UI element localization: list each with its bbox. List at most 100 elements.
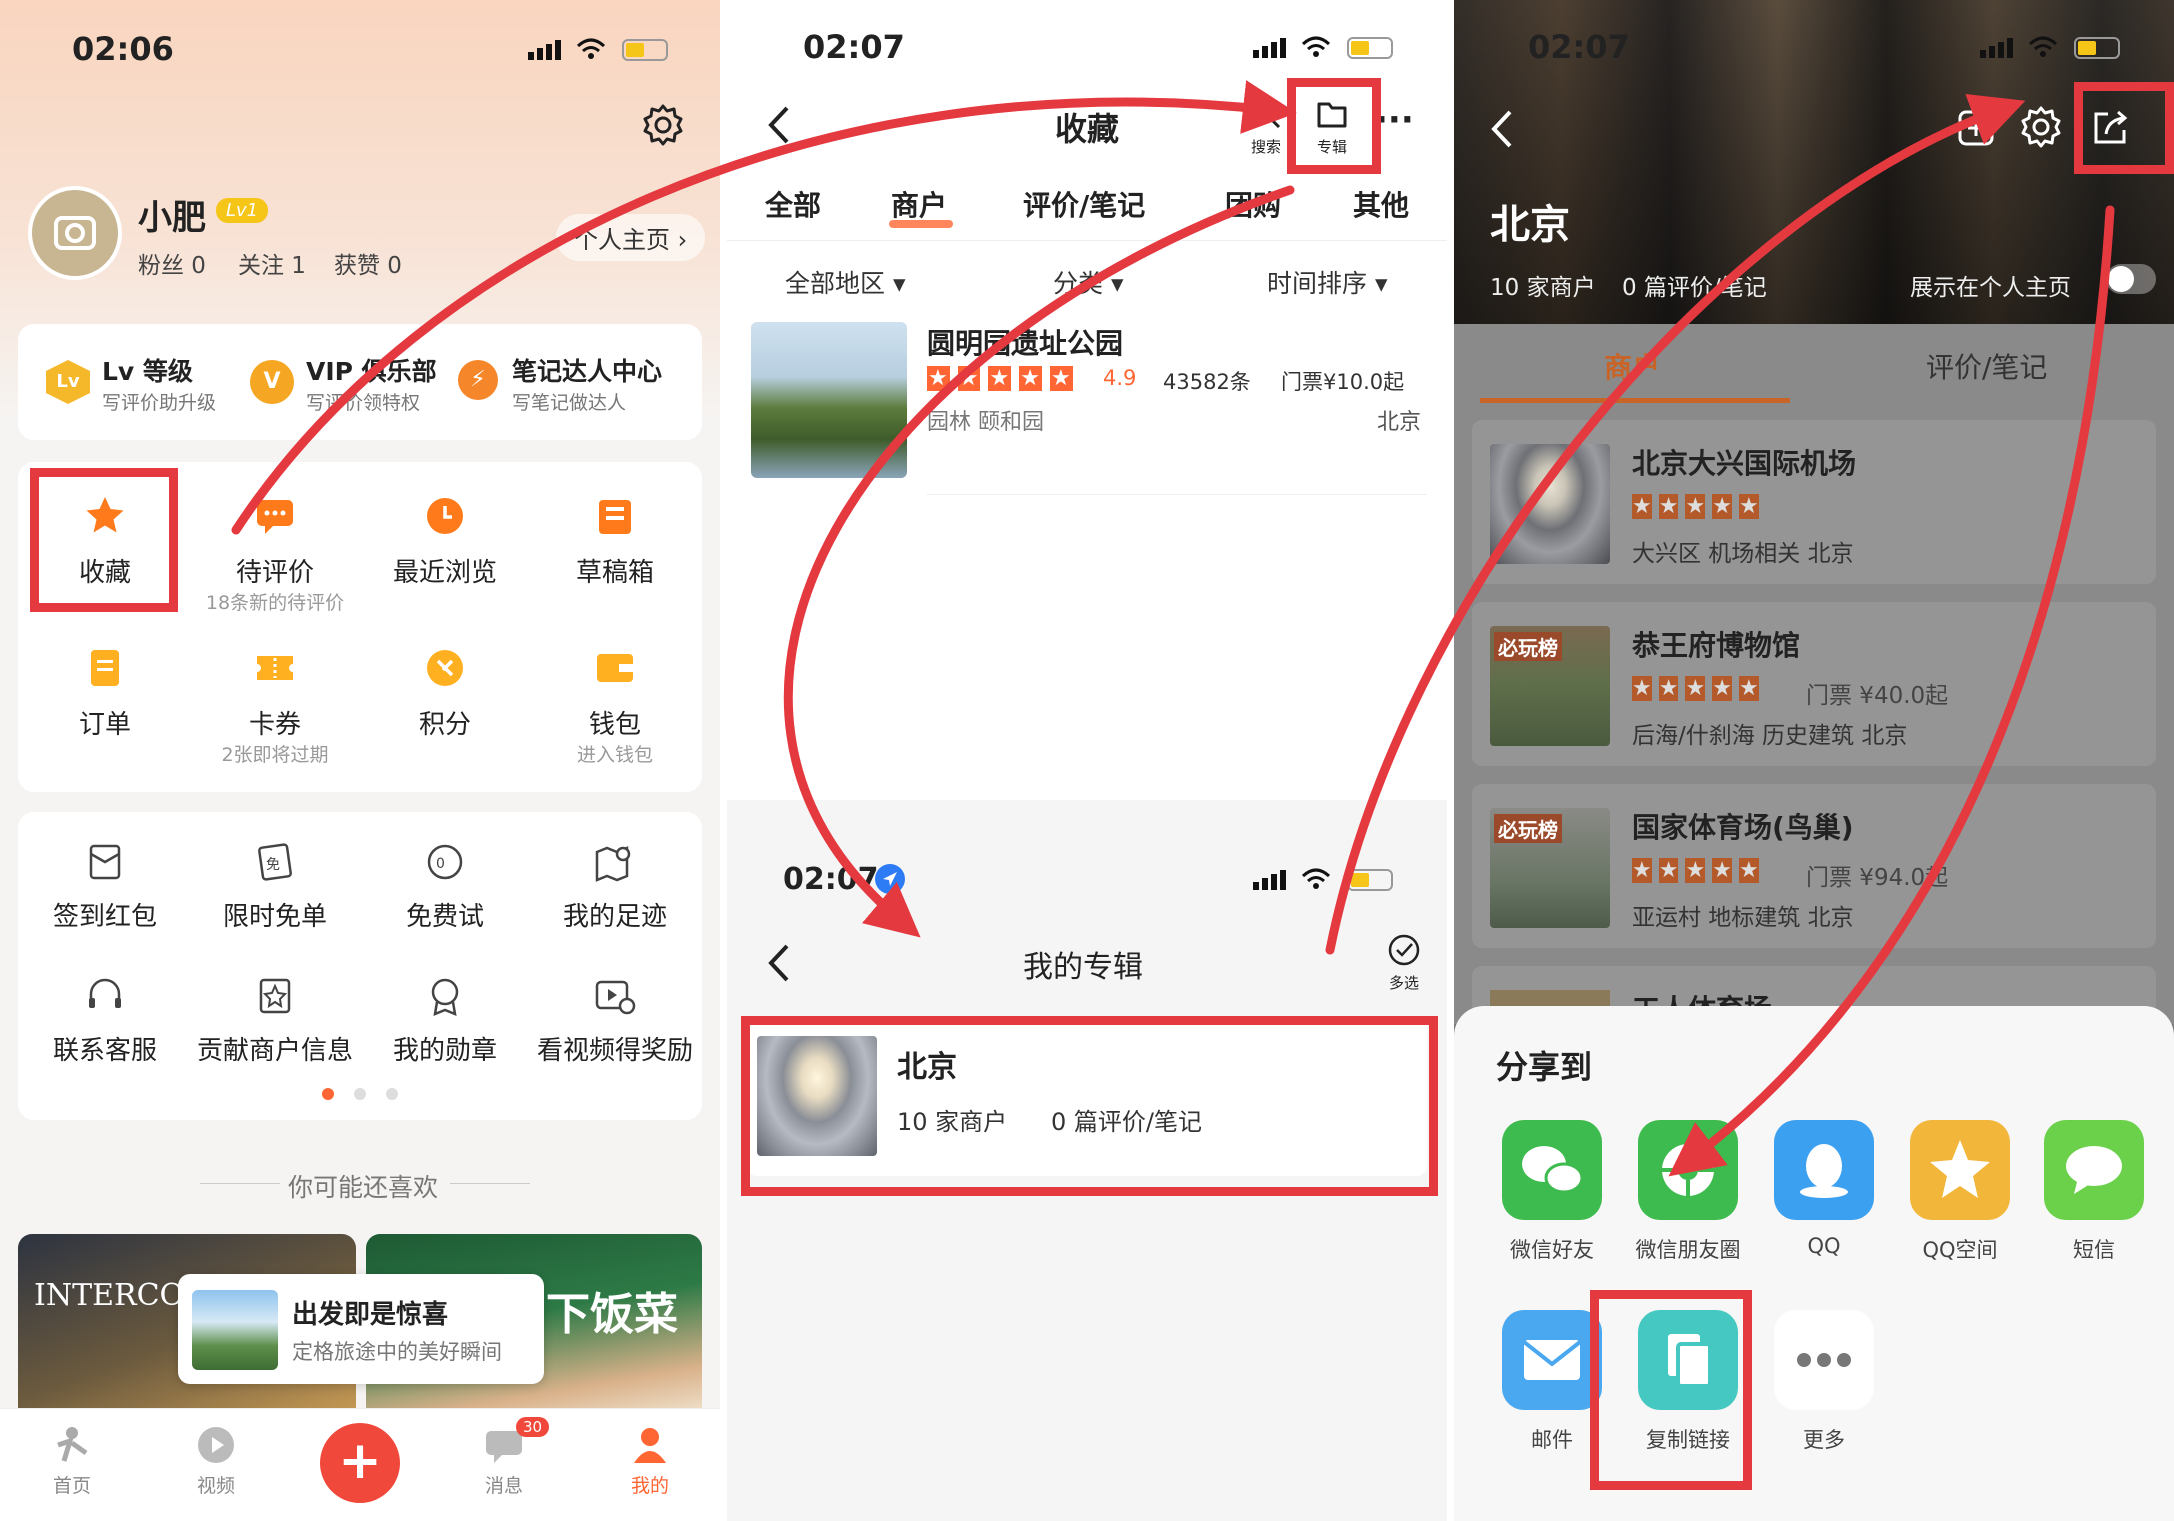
share-wechat-friend[interactable]: 微信好友 [1492, 1120, 1612, 1270]
grid-item-recent[interactable]: 最近浏览 [360, 492, 530, 612]
tab-label: 首页 [52, 1475, 91, 1497]
grid-item-pending-review[interactable]: 待评价 18条新的待评价 [190, 492, 360, 614]
perk-notes[interactable]: ⚡ 笔记达人中心 写笔记做达人 [458, 350, 688, 420]
service-free-order[interactable]: 免 限时免单 [190, 840, 360, 940]
grid-label: 待评价 [235, 558, 314, 588]
tab-all[interactable]: 全部 [765, 184, 821, 224]
share-qzone[interactable]: QQ空间 [1900, 1120, 2020, 1270]
banner-thumbnail [192, 1290, 278, 1370]
back-chevron-icon[interactable] [1486, 106, 1516, 152]
grid-item-wallet[interactable]: 钱包 进入钱包 [530, 644, 700, 766]
perk-vip[interactable]: V VIP 俱乐部 写评价领特权 [250, 350, 450, 420]
multi-select-button[interactable]: 多选 [1379, 932, 1429, 996]
service-video-reward[interactable]: 看视频得奖励 [530, 974, 700, 1074]
merchant-thumbnail: 必玩榜 [1490, 808, 1610, 928]
add-icon[interactable] [1954, 106, 1998, 150]
post-plus-button[interactable]: + [320, 1423, 400, 1503]
tab-reviews[interactable]: 评价/笔记 [1023, 184, 1145, 224]
annotation-box-share [2074, 82, 2174, 174]
merchant-name: 北京大兴国际机场 [1632, 447, 1857, 480]
share-qq[interactable]: QQ [1764, 1120, 1884, 1270]
banner-title: 出发即是惊喜 [292, 1300, 449, 1330]
item-price: 门票¥10.0起 [1281, 370, 1405, 394]
search-button[interactable]: 搜索 [1241, 96, 1291, 156]
multi-select-label: 多选 [1388, 974, 1419, 992]
search-icon [1251, 99, 1281, 129]
back-chevron-icon-2[interactable] [763, 940, 793, 986]
filter-region[interactable]: 全部地区 ▾ [785, 264, 906, 300]
tab-other[interactable]: 其他 [1353, 184, 1409, 224]
grid-item-points[interactable]: 积分 [360, 644, 530, 764]
tab-mine[interactable]: 我的 [610, 1423, 690, 1513]
settings-gear-icon[interactable] [640, 102, 686, 148]
status-time-2: 02:07 [783, 862, 879, 897]
service-contribute[interactable]: 贡献商户信息 [190, 974, 360, 1074]
merchant-thumbnail [1490, 444, 1610, 564]
show-homepage-toggle[interactable] [2106, 264, 2156, 294]
tab-video[interactable]: 视频 [176, 1423, 256, 1513]
filter-bar-divider [727, 240, 1447, 241]
status-icons [1980, 34, 2130, 60]
merchant-card[interactable]: 必玩榜 恭王府博物馆 ★ ★ ★ ★ ★ 门票 ¥40.0起 后海/什刹海 历史… [1472, 602, 2156, 766]
tab-reviews[interactable]: 评价/笔记 [1926, 346, 2047, 386]
homepage-button[interactable]: 个人主页 › [556, 214, 706, 261]
stat-likes[interactable]: 获赞 0 [334, 246, 402, 280]
perk-lv[interactable]: Lv Lv 等级 写评价助升级 [46, 350, 246, 420]
tab-messages[interactable]: 消息 30 [464, 1417, 550, 1513]
tab-merchants[interactable]: 商户 [891, 184, 947, 224]
user-icon [634, 1428, 666, 1463]
share-sms[interactable]: 短信 [2034, 1120, 2154, 1270]
share-label: QQ [1807, 1234, 1841, 1258]
panel-separator [1447, 0, 1454, 1521]
share-more[interactable]: 更多 [1764, 1310, 1884, 1460]
service-support[interactable]: 联系客服 [20, 974, 190, 1074]
perk-sub: 写评价领特权 [306, 392, 421, 414]
divider-left [200, 1183, 280, 1184]
share-label: 更多 [1803, 1428, 1845, 1452]
grid-item-drafts[interactable]: 草稿箱 [530, 492, 700, 612]
avatar[interactable] [28, 186, 122, 280]
free-ticket-icon: 免 [258, 843, 292, 881]
must-play-badge: 必玩榜 [1494, 632, 1562, 661]
settings-gear-icon[interactable] [2018, 104, 2064, 150]
service-free-trial[interactable]: 0 免费试 [360, 840, 530, 940]
tab-home[interactable]: 首页 [32, 1423, 112, 1513]
rating-stars: ★ ★ ★ ★ ★ [1632, 676, 1759, 701]
location-arrow-icon [875, 864, 905, 894]
tab-merchants[interactable]: 商户 [1604, 346, 1660, 386]
perk-title: VIP 俱乐部 [306, 357, 437, 386]
rating-stars: ★ ★ ★ ★ ★ [1632, 494, 1759, 519]
merchant-card[interactable]: 北京大兴国际机场 ★ ★ ★ ★ ★ 大兴区 机场相关 北京 [1472, 420, 2156, 584]
grid-item-orders[interactable]: 订单 [20, 644, 190, 764]
perk-sub: 写评价助升级 [102, 392, 217, 414]
stat-following[interactable]: 关注 1 [238, 246, 306, 280]
service-medals[interactable]: 我的勋章 [360, 974, 530, 1074]
share-label: 微信好友 [1510, 1238, 1594, 1262]
service-checkin[interactable]: 签到红包 [20, 840, 190, 940]
annotation-box-favorites [30, 468, 178, 612]
show-homepage-label: 展示在个人主页 [1910, 275, 2071, 301]
grid-item-coupons[interactable]: 卡券 2张即将过期 [190, 644, 360, 766]
grid-label: 免费试 [405, 902, 484, 932]
check-circle-icon [1388, 934, 1420, 966]
merchant-name: 恭王府博物馆 [1632, 629, 1801, 662]
back-chevron-icon[interactable] [763, 102, 793, 148]
perk-title: 笔记达人中心 [512, 357, 663, 386]
grid-label: 最近浏览 [392, 558, 497, 588]
mail-icon [1502, 1310, 1602, 1410]
home-icon [57, 1427, 88, 1462]
favorite-item[interactable]: 圆明园遗址公园 ★ ★ ★ ★ ★ 4.9 43582条 门票¥10.0起 园林… [751, 322, 1431, 494]
stat-fans[interactable]: 粉丝 0 [138, 246, 206, 280]
grid-label: 草稿箱 [575, 558, 654, 588]
filter-category[interactable]: 分类 ▾ [1053, 264, 1124, 300]
filter-sort[interactable]: 时间排序 ▾ [1267, 264, 1388, 300]
banner-popup[interactable]: 出发即是惊喜 定格旅途中的美好瞬间 [178, 1274, 544, 1384]
share-wechat-moments[interactable]: 微信朋友圈 [1628, 1120, 1748, 1270]
grid-sublabel: 18条新的待评价 [205, 592, 345, 614]
page-title: 收藏 [1055, 110, 1120, 148]
wechat-icon [1502, 1120, 1602, 1220]
clock-icon [427, 498, 463, 534]
service-footprint[interactable]: 我的足迹 [530, 840, 700, 940]
tab-group-buy[interactable]: 团购 [1225, 184, 1281, 224]
merchant-card[interactable]: 必玩榜 国家体育场(鸟巢) ★ ★ ★ ★ ★ 门票 ¥94.0起 亚运村 地标… [1472, 784, 2156, 948]
